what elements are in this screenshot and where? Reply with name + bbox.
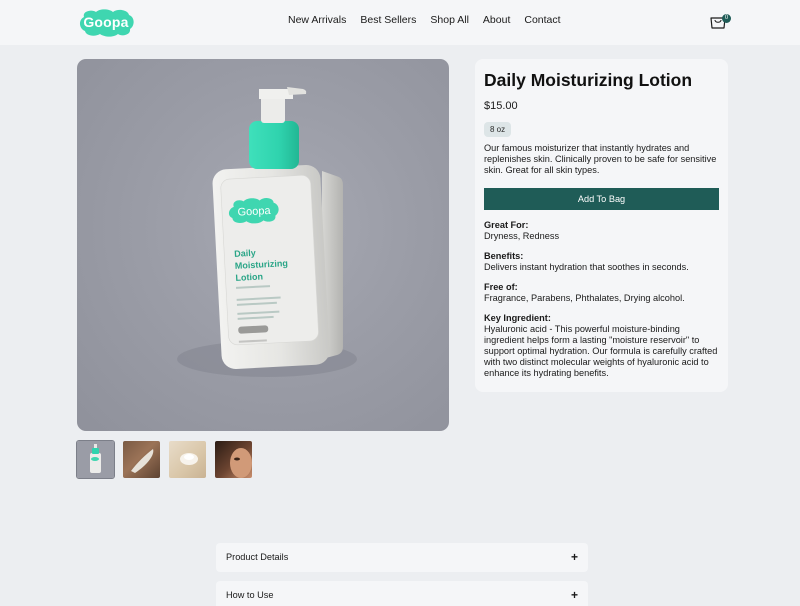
thumbnail-swipe-image — [131, 449, 154, 473]
thumbnail-face-image — [230, 448, 252, 478]
nav-new-arrivals[interactable]: New Arrivals — [288, 14, 346, 26]
info-label: Benefits: — [484, 251, 524, 261]
thumbnail-bottle[interactable] — [76, 440, 115, 479]
plus-icon: + — [570, 588, 578, 602]
thumbnail-cream-image — [180, 453, 198, 465]
product-main-image: Goopa Daily Moisturizing Lotion — [77, 59, 449, 431]
plus-icon: + — [570, 550, 578, 564]
accordion-how-to-use[interactable]: How to Use + — [216, 581, 588, 606]
info-key-ingredient: Key Ingredient: Hyaluronic acid - This p… — [484, 313, 719, 379]
info-great-for: Great For: Dryness, Redness — [484, 220, 719, 242]
info-free-of: Free of: Fragrance, Parabens, Phthalates… — [484, 282, 719, 304]
info-label: Key Ingredient: — [484, 313, 551, 323]
thumbnail-model-face[interactable] — [215, 441, 252, 478]
accordion-label: How to Use — [226, 590, 274, 600]
info-value: Fragrance, Parabens, Phthalates, Drying … — [484, 293, 685, 303]
nav-contact[interactable]: Contact — [524, 14, 560, 26]
info-label: Great For: — [484, 220, 529, 230]
product-price: $15.00 — [484, 100, 518, 112]
thumbnail-strip — [76, 440, 252, 479]
main-nav: New Arrivals Best Sellers Shop All About… — [288, 14, 561, 26]
cart-count-badge: 0 — [722, 14, 731, 23]
info-benefits: Benefits: Delivers instant hydration tha… — [484, 251, 719, 273]
bottle-brand-text: Goopa — [237, 205, 271, 219]
thumbnail-texture-swipe[interactable] — [123, 441, 160, 478]
cart-button[interactable]: 0 — [709, 13, 731, 31]
info-value: Dryness, Redness — [484, 231, 560, 241]
thumbnail-bottle-image — [90, 444, 101, 473]
bottle-label-line3: Lotion — [235, 271, 263, 282]
size-option-chip[interactable]: 8 oz — [484, 122, 512, 137]
nav-shop-all[interactable]: Shop All — [430, 14, 469, 26]
brand-logo[interactable]: Goopa — [78, 8, 134, 37]
nav-about[interactable]: About — [483, 14, 510, 26]
info-value: Hyaluronic acid - This powerful moisture… — [484, 324, 718, 378]
site-header: Goopa New Arrivals Best Sellers Shop All… — [0, 0, 800, 45]
accordion-label: Product Details — [226, 552, 289, 562]
accordion-product-details[interactable]: Product Details + — [216, 543, 588, 572]
product-description: Our famous moisturizer that instantly hy… — [484, 143, 717, 175]
lotion-bottle-illustration: Goopa Daily Moisturizing Lotion — [177, 87, 357, 377]
thumbnail-cream-dollop[interactable] — [169, 441, 206, 478]
nav-best-sellers[interactable]: Best Sellers — [360, 14, 416, 26]
product-info-panel: Daily Moisturizing Lotion $15.00 8 oz Ou… — [475, 59, 728, 392]
add-to-bag-button[interactable]: Add To Bag — [484, 188, 719, 210]
info-value: Delivers instant hydration that soothes … — [484, 262, 689, 272]
bottle-label-line1: Daily — [234, 248, 256, 259]
info-label: Free of: — [484, 282, 518, 292]
logo-text: Goopa — [83, 14, 129, 30]
product-title: Daily Moisturizing Lotion — [484, 70, 693, 90]
